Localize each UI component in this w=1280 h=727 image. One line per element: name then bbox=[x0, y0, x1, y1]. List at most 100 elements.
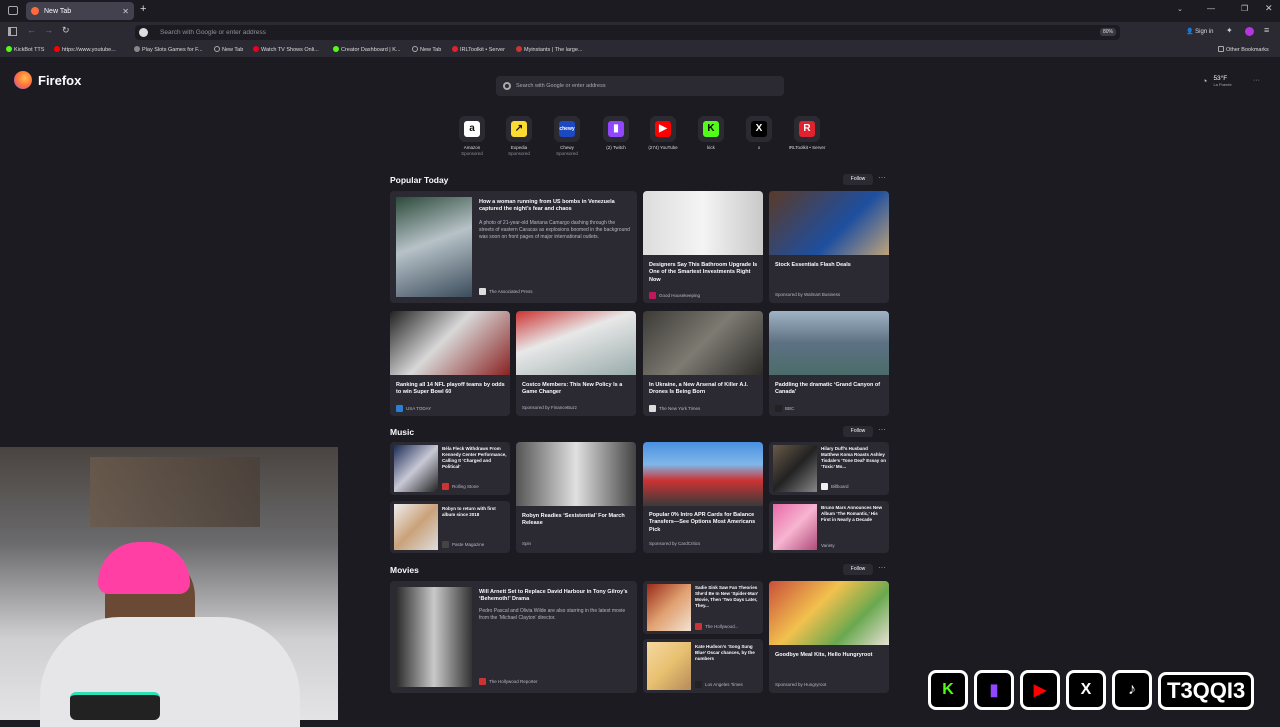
weather-temp: 53°F bbox=[1213, 75, 1228, 82]
bookmark-item[interactable]: Myinstants | The large... bbox=[516, 46, 583, 53]
irltoolkit-favicon-icon bbox=[452, 46, 458, 52]
story-title: How a woman running from US bombs in Ven… bbox=[479, 199, 615, 213]
bookmark-item[interactable]: Creator Dashboard | K... bbox=[333, 46, 401, 53]
sidebar-icon[interactable] bbox=[8, 27, 17, 36]
close-tab-icon[interactable]: ✕ bbox=[122, 7, 129, 16]
story-card[interactable]: Robyn to return with first album since 2… bbox=[390, 501, 510, 553]
search-engine-icon[interactable] bbox=[139, 28, 148, 37]
back-icon[interactable]: ← bbox=[27, 25, 36, 35]
shortcut-tile[interactable]: R IRLToolkit • Server bbox=[787, 116, 827, 151]
shortcut-label: kick bbox=[707, 145, 715, 150]
story-image bbox=[390, 311, 510, 375]
maximize-button[interactable]: ❐ bbox=[1241, 4, 1248, 13]
story-card[interactable]: Paddling the dramatic ‘Grand Canyon of C… bbox=[769, 311, 889, 416]
shortcut-tile[interactable]: ▶ (274) YouTube bbox=[643, 116, 683, 151]
url-input[interactable]: Search with Google or enter address bbox=[160, 29, 266, 36]
source-logo bbox=[649, 405, 656, 412]
story-image bbox=[516, 311, 636, 375]
source-logo bbox=[821, 483, 828, 490]
reload-icon[interactable]: ↻ bbox=[62, 25, 70, 36]
section-menu-icon[interactable]: ··· bbox=[876, 425, 888, 434]
kick-icon: K bbox=[928, 670, 968, 710]
bookmark-item[interactable]: https://www.youtube... bbox=[54, 46, 116, 53]
shortcut-tile[interactable]: a Amazon Sponsored bbox=[452, 116, 492, 157]
story-card[interactable]: Stock Essentials Flash Deals Sponsored b… bbox=[769, 191, 889, 303]
story-card[interactable]: Béla Fleck Withdraws From Kennedy Center… bbox=[390, 442, 510, 495]
list-all-tabs-icon[interactable]: ⌄ bbox=[1177, 5, 1183, 13]
story-card[interactable]: Goodbye Meal Kits, Hello Hungryroot Spon… bbox=[769, 581, 889, 693]
forward-icon[interactable]: → bbox=[44, 25, 53, 35]
shortcut-label: (2) Twitch bbox=[606, 145, 626, 150]
firefox-icon bbox=[14, 71, 32, 89]
source-logo bbox=[695, 623, 702, 630]
menu-icon[interactable]: ≡ bbox=[1264, 25, 1269, 35]
minimize-button[interactable]: — bbox=[1207, 4, 1215, 13]
story-card[interactable]: Costco Members: This New Policy Is a Gam… bbox=[516, 311, 636, 416]
story-card[interactable]: Popular 0% Intro APR Cards for Balance T… bbox=[643, 442, 763, 553]
bookmark-item[interactable]: New Tab bbox=[412, 46, 441, 53]
story-card[interactable]: Designers Say This Bathroom Upgrade Is O… bbox=[643, 191, 763, 303]
section-title-movies: Movies bbox=[390, 565, 419, 575]
story-source: The New York Times bbox=[649, 405, 700, 412]
shortcut-label: IRLToolkit • Server bbox=[788, 145, 826, 150]
section-menu-icon[interactable]: ··· bbox=[876, 563, 888, 572]
story-image bbox=[647, 584, 691, 631]
weather-icon: ◔ bbox=[1202, 76, 1208, 86]
extensions-icon[interactable]: ✦ bbox=[1226, 26, 1233, 35]
tab-new-tab[interactable]: New Tab ✕ bbox=[26, 2, 134, 20]
weather-widget[interactable]: ◔ 53°F La Puente bbox=[1202, 75, 1232, 87]
story-image bbox=[769, 191, 889, 255]
url-bar[interactable]: Search with Google or enter address 80% bbox=[135, 25, 1120, 40]
sign-in-button[interactable]: 👤 Sign in bbox=[1186, 28, 1214, 35]
weather-menu-icon[interactable]: ··· bbox=[1253, 77, 1260, 84]
profile-avatar[interactable] bbox=[1245, 27, 1254, 36]
youtube-favicon-icon bbox=[54, 46, 60, 52]
shortcut-tile[interactable]: Kkick bbox=[691, 116, 731, 151]
close-window-button[interactable]: ✕ bbox=[1265, 3, 1273, 14]
story-card[interactable]: Will Arnett Set to Replace David Harbour… bbox=[390, 581, 637, 693]
story-source: Variety bbox=[821, 543, 835, 548]
story-image bbox=[643, 442, 763, 506]
story-source: Spin bbox=[522, 541, 532, 546]
bookmark-item[interactable]: IRLToolkit • Server bbox=[452, 46, 505, 53]
story-card[interactable]: Robyn Readies ‘Sexistential’ For March R… bbox=[516, 442, 636, 553]
section-title-popular: Popular Today bbox=[390, 175, 449, 185]
shortcut-tile[interactable]: Xx bbox=[739, 116, 779, 151]
zoom-badge[interactable]: 80% bbox=[1099, 28, 1116, 36]
story-card[interactable]: Sadie Sink Saw Fan Theories She’d Be In … bbox=[643, 581, 763, 634]
follow-button[interactable]: Follow bbox=[843, 426, 873, 437]
bookmark-item[interactable]: Watch TV Shows Onli... bbox=[253, 46, 319, 53]
source-logo bbox=[442, 541, 449, 548]
follow-button[interactable]: Follow bbox=[843, 564, 873, 575]
shortcut-tile[interactable]: ↗ Expedia Sponsored bbox=[499, 116, 539, 157]
bookmark-item[interactable]: New Tab bbox=[214, 46, 243, 53]
story-title: Will Arnett Set to Replace David Harbour… bbox=[479, 589, 628, 603]
story-title: Goodbye Meal Kits, Hello Hungryroot bbox=[775, 652, 873, 658]
story-card[interactable]: Ranking all 14 NFL playoff teams by odds… bbox=[390, 311, 510, 416]
globe-icon bbox=[412, 46, 418, 52]
section-menu-icon[interactable]: ··· bbox=[876, 173, 888, 182]
new-tab-button[interactable]: + bbox=[140, 3, 146, 15]
search-input[interactable]: Search with Google or enter address bbox=[496, 76, 784, 96]
story-source: Sponsored by Walmart Business bbox=[775, 292, 841, 297]
story-card[interactable]: Kate Hudson’s ‘Song Sung Blue’ Oscar cha… bbox=[643, 639, 763, 693]
bookmark-item[interactable]: Play Slots Games for F... bbox=[134, 46, 203, 53]
brand-name: Firefox bbox=[38, 72, 82, 88]
story-card[interactable]: In Ukraine, a New Arsenal of Killer A.I.… bbox=[643, 311, 763, 416]
shortcut-icon: a bbox=[464, 121, 480, 137]
follow-button[interactable]: Follow bbox=[843, 174, 873, 185]
shortcut-tile[interactable]: chewy Chewy Sponsored bbox=[547, 116, 587, 157]
story-image bbox=[643, 191, 763, 255]
bookmark-item[interactable]: KickBot TTS bbox=[6, 46, 44, 53]
story-title: Designers Say This Bathroom Upgrade Is O… bbox=[649, 262, 758, 283]
tab-list-icon[interactable] bbox=[8, 6, 18, 15]
weather-location: La Puente bbox=[1213, 82, 1232, 87]
story-title: Stock Essentials Flash Deals bbox=[775, 262, 851, 268]
story-image bbox=[769, 581, 889, 645]
other-bookmarks[interactable]: Other Bookmarks bbox=[1218, 46, 1269, 53]
story-source: Sponsored by Hungryroot bbox=[775, 682, 827, 687]
story-card[interactable]: Bruno Mars Announces New Album ‘The Roma… bbox=[769, 501, 889, 553]
shortcut-tile[interactable]: ▮ (2) Twitch bbox=[596, 116, 636, 151]
story-card[interactable]: Hilary Duff’s Husband Matthew Koma Roast… bbox=[769, 442, 889, 495]
story-card[interactable]: How a woman running from US bombs in Ven… bbox=[390, 191, 637, 303]
